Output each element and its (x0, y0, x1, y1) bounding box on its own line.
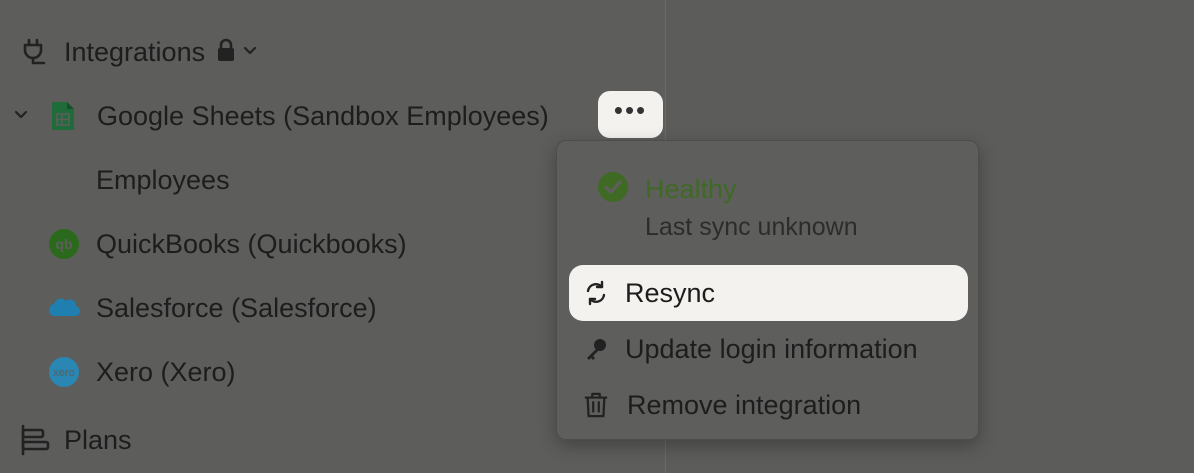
chevron-down-icon[interactable] (14, 107, 34, 125)
key-icon (583, 336, 609, 362)
resync-icon (583, 280, 609, 306)
quickbooks-icon: qb (48, 228, 80, 260)
menu-item-label: Update login information (625, 333, 918, 364)
last-sync-text: Last sync unknown (645, 213, 858, 241)
check-circle-icon (597, 171, 629, 208)
xero-icon: xero (48, 356, 80, 388)
plug-icon (20, 37, 50, 67)
menu-item-label: Remove integration (627, 389, 862, 420)
update-login-menu-item[interactable]: Update login information (569, 321, 968, 377)
google-sheets-icon (50, 100, 76, 132)
status-label: Healthy (645, 174, 737, 204)
plans-header[interactable]: Plans (20, 420, 132, 460)
resync-menu-item[interactable]: Resync (569, 265, 968, 321)
menu-item-label: Resync (625, 277, 716, 308)
integrations-label: Integrations (64, 36, 206, 67)
sidebar-item-label: Xero (Xero) (96, 356, 236, 387)
sidebar-item-xero[interactable]: xero Xero (Xero) (48, 352, 236, 392)
trash-icon (583, 390, 609, 420)
plans-icon (20, 424, 50, 456)
svg-text:xero: xero (53, 367, 74, 379)
sidebar-item-label: Salesforce (Salesforce) (96, 292, 377, 323)
sidebar-item-employees[interactable]: Employees (96, 160, 230, 200)
integrations-header[interactable]: Integrations (20, 32, 257, 72)
plans-label: Plans (64, 424, 132, 455)
lock-icon (215, 38, 237, 67)
sidebar-item-quickbooks[interactable]: qb QuickBooks (Quickbooks) (48, 224, 407, 264)
svg-text:qb: qb (55, 236, 72, 252)
sidebar-item-label: QuickBooks (Quickbooks) (96, 228, 407, 259)
salesforce-icon (48, 296, 80, 320)
more-icon: ••• (613, 94, 648, 125)
sidebar-item-google-sheets[interactable]: Google Sheets (Sandbox Employees) (14, 96, 549, 136)
chevron-down-icon[interactable] (243, 43, 257, 61)
more-options-button[interactable]: ••• (598, 91, 663, 138)
remove-integration-menu-item[interactable]: Remove integration (569, 377, 968, 433)
status-row: Healthy (597, 171, 737, 208)
integration-options-menu: Healthy Last sync unknown Resync Update … (556, 140, 979, 440)
sidebar-item-label: Google Sheets (Sandbox Employees) (97, 100, 549, 131)
sidebar-item-label: Employees (96, 164, 230, 195)
sidebar-item-salesforce[interactable]: Salesforce (Salesforce) (48, 288, 377, 328)
